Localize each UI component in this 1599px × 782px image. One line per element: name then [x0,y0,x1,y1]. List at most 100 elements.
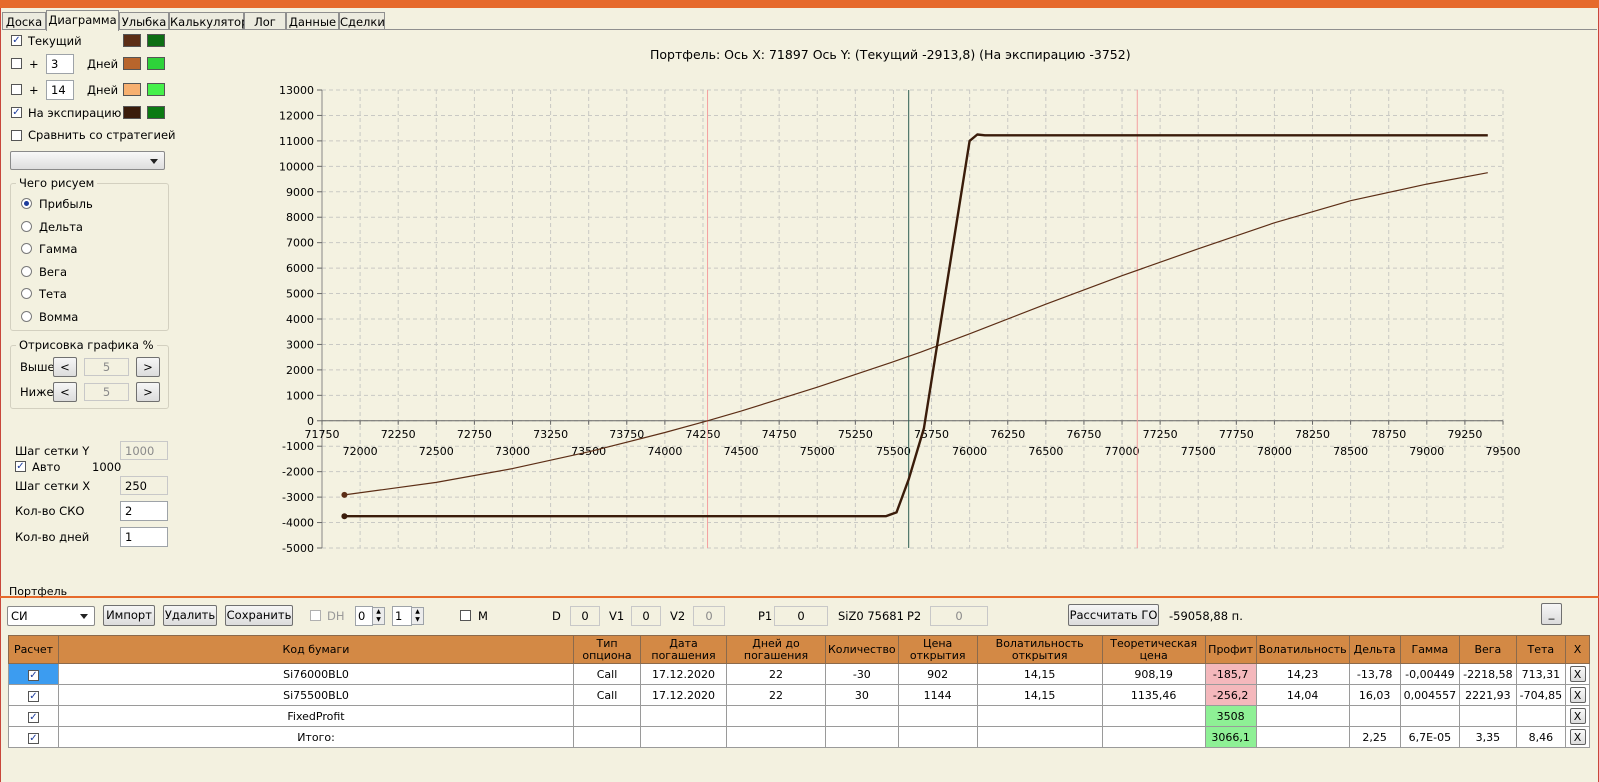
dh-checkbox[interactable] [310,610,321,621]
row-theo[interactable]: 1135,46 [1101,684,1206,706]
row-date[interactable]: 17.12.2020 [640,663,727,685]
row-theta[interactable]: 8,46 [1515,726,1567,748]
col-x[interactable]: X [1565,635,1591,664]
row-days[interactable] [726,726,826,748]
row-date[interactable] [640,705,727,727]
row-theta[interactable]: -704,85 [1515,684,1567,706]
delete-button[interactable]: Удалить [163,605,217,626]
row-theo[interactable] [1101,705,1206,727]
row-theta[interactable] [1515,705,1567,727]
delete-row-button[interactable]: X [1569,729,1586,745]
row-delete-cell[interactable]: X [1565,726,1591,748]
table-row[interactable]: ✓ Si76000BL0 Call 17.12.2020 22 -30 902 … [8,663,1591,685]
spin2-arrows-icon[interactable]: ▲ ▼ [411,607,424,625]
row-theo[interactable]: 908,19 [1101,663,1206,685]
row-profit[interactable]: 3066,1 [1204,726,1257,748]
row-vol-open[interactable] [976,705,1103,727]
col-theo[interactable]: Теоретическая цена [1101,635,1206,664]
col-date[interactable]: Дата погашения [640,635,727,664]
row-calc-checkbox[interactable]: ✓ [28,690,39,702]
table-row[interactable]: ✓ Итого: 3066,1 2,25 6,7E-05 3,35 8,46 X [8,726,1591,748]
row-calc-checkbox[interactable]: ✓ [28,732,39,744]
row-delete-cell[interactable]: X [1565,663,1591,685]
row-type[interactable] [573,705,641,727]
row-delta[interactable]: 2,25 [1348,726,1401,748]
save-button[interactable]: Сохранить [225,605,293,626]
row-date[interactable]: 17.12.2020 [640,684,727,706]
col-gamma[interactable]: Гамма [1399,635,1461,664]
row-vega[interactable]: 3,35 [1459,726,1517,748]
row-vega[interactable]: -2218,58 [1459,663,1517,685]
minimize-panel-button[interactable]: _ [1541,603,1562,625]
asset-select[interactable]: СИ [7,606,95,626]
row-qty[interactable] [825,726,899,748]
col-theta[interactable]: Тета [1515,635,1567,664]
row-gamma[interactable]: -0,00449 [1399,663,1461,685]
row-theo[interactable] [1101,726,1206,748]
row-gamma[interactable]: 0,004557 [1399,684,1461,706]
row-days[interactable]: 22 [726,663,826,685]
row-vol-open[interactable]: 14,15 [976,684,1103,706]
row-vol[interactable]: 14,23 [1255,663,1350,685]
row-vol-open[interactable]: 14,15 [976,663,1103,685]
row-qty[interactable]: 30 [825,684,899,706]
row-calc-checkbox[interactable]: ✓ [28,711,39,723]
spin1-input[interactable]: 0 [355,606,373,626]
spin2-input[interactable]: 1 [392,606,412,626]
row-delta[interactable] [1348,705,1401,727]
row-profit[interactable]: -185,7 [1204,663,1257,685]
row-type[interactable]: Call [573,684,641,706]
tab-diagram[interactable]: Диаграмма [46,10,119,31]
row-vol[interactable] [1255,726,1350,748]
row-type[interactable] [573,726,641,748]
row-calc-cell[interactable]: ✓ [8,684,59,706]
row-type[interactable]: Call [573,663,641,685]
row-theta[interactable]: 713,31 [1515,663,1567,685]
row-qty[interactable] [825,705,899,727]
delete-row-button[interactable]: X [1569,687,1586,703]
row-date[interactable] [640,726,727,748]
import-button[interactable]: Импорт [103,605,155,626]
row-price[interactable] [897,726,978,748]
row-gamma[interactable]: 6,7E-05 [1399,726,1461,748]
row-price[interactable] [897,705,978,727]
col-qty[interactable]: Количество [825,635,899,664]
row-delete-cell[interactable]: X [1565,684,1591,706]
row-delta[interactable]: 16,03 [1348,684,1401,706]
row-calc-cell[interactable]: ✓ [8,663,59,685]
delete-row-button[interactable]: X [1569,666,1586,682]
row-vol[interactable]: 14,04 [1255,684,1350,706]
row-code[interactable]: Si75500BL0 [58,684,574,706]
row-vega[interactable] [1459,705,1517,727]
col-code[interactable]: Код бумаги [58,635,574,664]
row-delta[interactable]: -13,78 [1348,663,1401,685]
row-days[interactable] [726,705,826,727]
row-delete-cell[interactable]: X [1565,705,1591,727]
col-profit[interactable]: Профит [1204,635,1257,664]
col-type[interactable]: Тип опциона [573,635,641,664]
table-row[interactable]: ✓ FixedProfit 3508 X [8,705,1591,727]
row-calc-cell[interactable]: ✓ [8,705,59,727]
row-code[interactable]: FixedProfit [58,705,574,727]
col-vol[interactable]: Волатильность [1255,635,1350,664]
row-days[interactable]: 22 [726,684,826,706]
row-profit[interactable]: -256,2 [1204,684,1257,706]
col-price[interactable]: Цена открытия [897,635,978,664]
calculate-go-button[interactable]: Рассчитать ГО [1068,604,1159,626]
row-price[interactable]: 1144 [897,684,978,706]
col-vega[interactable]: Вега [1459,635,1517,664]
row-code[interactable]: Итого: [58,726,574,748]
row-qty[interactable]: -30 [825,663,899,685]
col-delta[interactable]: Дельта [1348,635,1401,664]
row-price[interactable]: 902 [897,663,978,685]
delete-row-button[interactable]: X [1569,708,1586,724]
row-gamma[interactable] [1399,705,1461,727]
profit-chart[interactable]: 1300012000110001000090008000700060005000… [0,0,1599,600]
row-calc-checkbox[interactable]: ✓ [28,669,39,681]
m-checkbox[interactable] [460,610,471,621]
row-calc-cell[interactable]: ✓ [8,726,59,748]
col-calc[interactable]: Расчет [8,635,59,664]
table-row[interactable]: ✓ Si75500BL0 Call 17.12.2020 22 30 1144 … [8,684,1591,706]
spin1-arrows-icon[interactable]: ▲ ▼ [372,607,385,625]
row-vol-open[interactable] [976,726,1103,748]
